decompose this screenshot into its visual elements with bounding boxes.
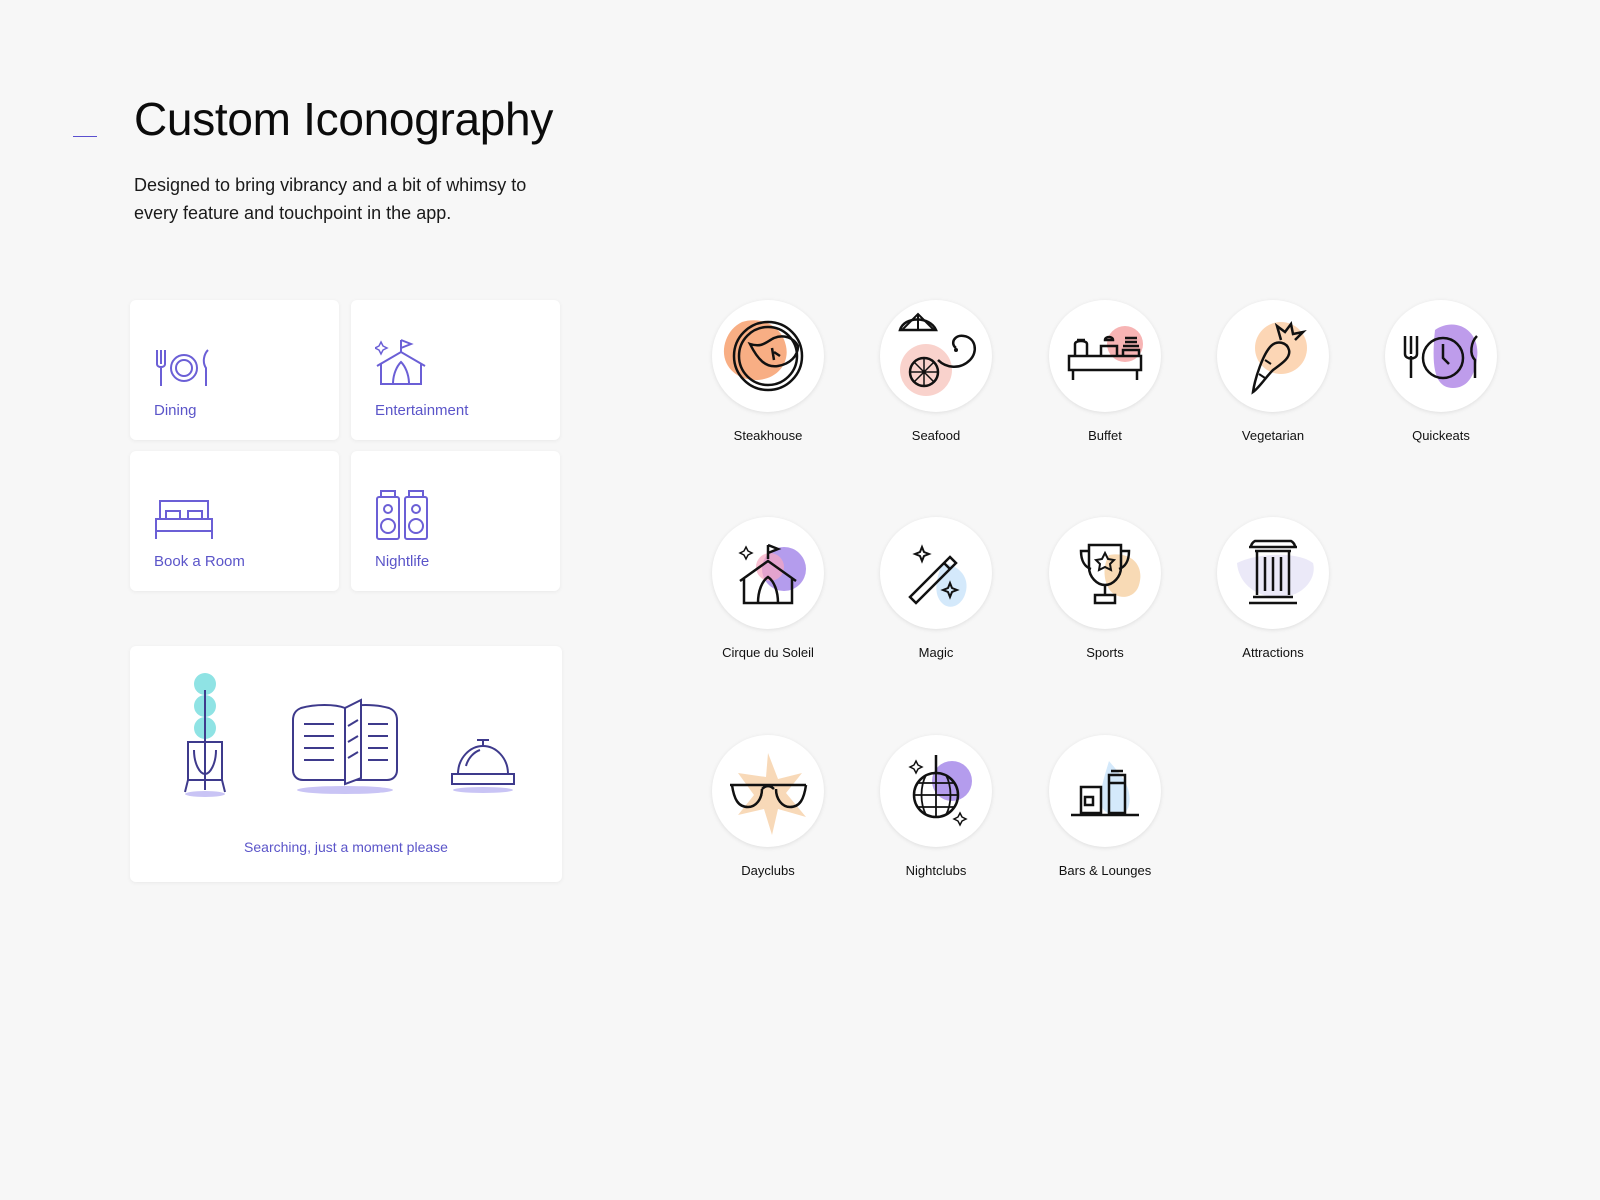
category-label: Quickeats xyxy=(1412,428,1470,443)
category-label: Sports xyxy=(1086,645,1124,660)
category-bars-lounges[interactable]: Bars & Lounges xyxy=(1035,735,1175,878)
feature-label: Nightlife xyxy=(375,553,430,570)
category-attractions[interactable]: Attractions xyxy=(1203,517,1343,660)
feature-label: Book a Room xyxy=(154,553,245,570)
category-label: Vegetarian xyxy=(1241,428,1305,443)
category-icon-circle xyxy=(880,300,992,412)
category-icon-circle xyxy=(1217,517,1329,629)
category-icon-circle xyxy=(1217,300,1329,412)
searching-message: Searching, just a moment please xyxy=(244,839,448,855)
category-vegetarian[interactable]: Vegetarian xyxy=(1203,300,1343,443)
category-icon-circle xyxy=(712,517,824,629)
feature-label: Entertainment xyxy=(375,402,469,419)
feature-card-entertainment[interactable]: Entertainment xyxy=(351,300,560,440)
category-steakhouse[interactable]: Steakhouse xyxy=(698,300,838,443)
feature-card-nightlife[interactable]: Nightlife xyxy=(351,451,560,591)
speakers-icon xyxy=(376,490,428,540)
category-label: Cirque du Soleil xyxy=(722,645,814,660)
category-label: Steakhouse xyxy=(733,428,803,443)
category-icon-circle xyxy=(1049,300,1161,412)
circus-tent-icon xyxy=(738,543,806,605)
feature-card-book-room[interactable]: Book a Room xyxy=(130,451,339,591)
drinks-icon xyxy=(1071,761,1139,817)
feature-label: Dining xyxy=(154,402,197,419)
category-label: Bars & Lounges xyxy=(1058,863,1152,878)
category-icon-circle xyxy=(1049,517,1161,629)
trophy-icon xyxy=(1079,543,1141,605)
dining-icon xyxy=(156,349,209,386)
category-buffet[interactable]: Buffet xyxy=(1035,300,1175,443)
plate-clock-icon xyxy=(1403,324,1478,388)
category-icon-circle xyxy=(712,735,824,847)
category-sports[interactable]: Sports xyxy=(1035,517,1175,660)
page-subtitle: Designed to bring vibrancy and a bit of … xyxy=(134,175,527,223)
page-title: Custom Iconography xyxy=(134,93,554,145)
buffet-icon xyxy=(1067,326,1143,380)
category-icon-circle xyxy=(1385,300,1497,412)
category-label: Dayclubs xyxy=(741,863,795,878)
steak-icon xyxy=(723,320,804,392)
category-label: Buffet xyxy=(1088,428,1122,443)
searching-card: Searching, just a moment please xyxy=(130,646,562,882)
column-icon xyxy=(1237,539,1314,605)
category-icon-circle xyxy=(880,735,992,847)
disco-ball-icon xyxy=(908,755,972,827)
bed-icon xyxy=(155,500,213,539)
category-icon-circle xyxy=(1049,735,1161,847)
shrimp-icon xyxy=(898,312,977,396)
category-icon-circle xyxy=(880,517,992,629)
category-label: Attractions xyxy=(1242,645,1304,660)
service-bell-icon xyxy=(451,739,515,793)
category-cirque-du-soleil[interactable]: Cirque du Soleil xyxy=(698,517,838,660)
category-nightclubs[interactable]: Nightclubs xyxy=(866,735,1006,878)
category-dayclubs[interactable]: Dayclubs xyxy=(698,735,838,878)
category-magic[interactable]: Magic xyxy=(866,517,1006,660)
plant-icon xyxy=(184,673,226,797)
category-quickeats[interactable]: Quickeats xyxy=(1371,300,1511,443)
category-label: Seafood xyxy=(911,428,961,443)
magic-wand-icon xyxy=(908,544,967,607)
category-label: Nightclubs xyxy=(905,863,967,878)
feature-card-dining[interactable]: Dining xyxy=(130,300,339,440)
circus-tent-icon xyxy=(375,339,426,385)
sunglasses-icon xyxy=(730,753,808,835)
category-label: Magic xyxy=(918,645,954,660)
category-icon-circle xyxy=(712,300,824,412)
accent-line xyxy=(73,136,97,137)
menu-book-icon xyxy=(292,698,398,794)
carrot-icon xyxy=(1251,321,1307,395)
category-seafood[interactable]: Seafood xyxy=(866,300,1006,443)
